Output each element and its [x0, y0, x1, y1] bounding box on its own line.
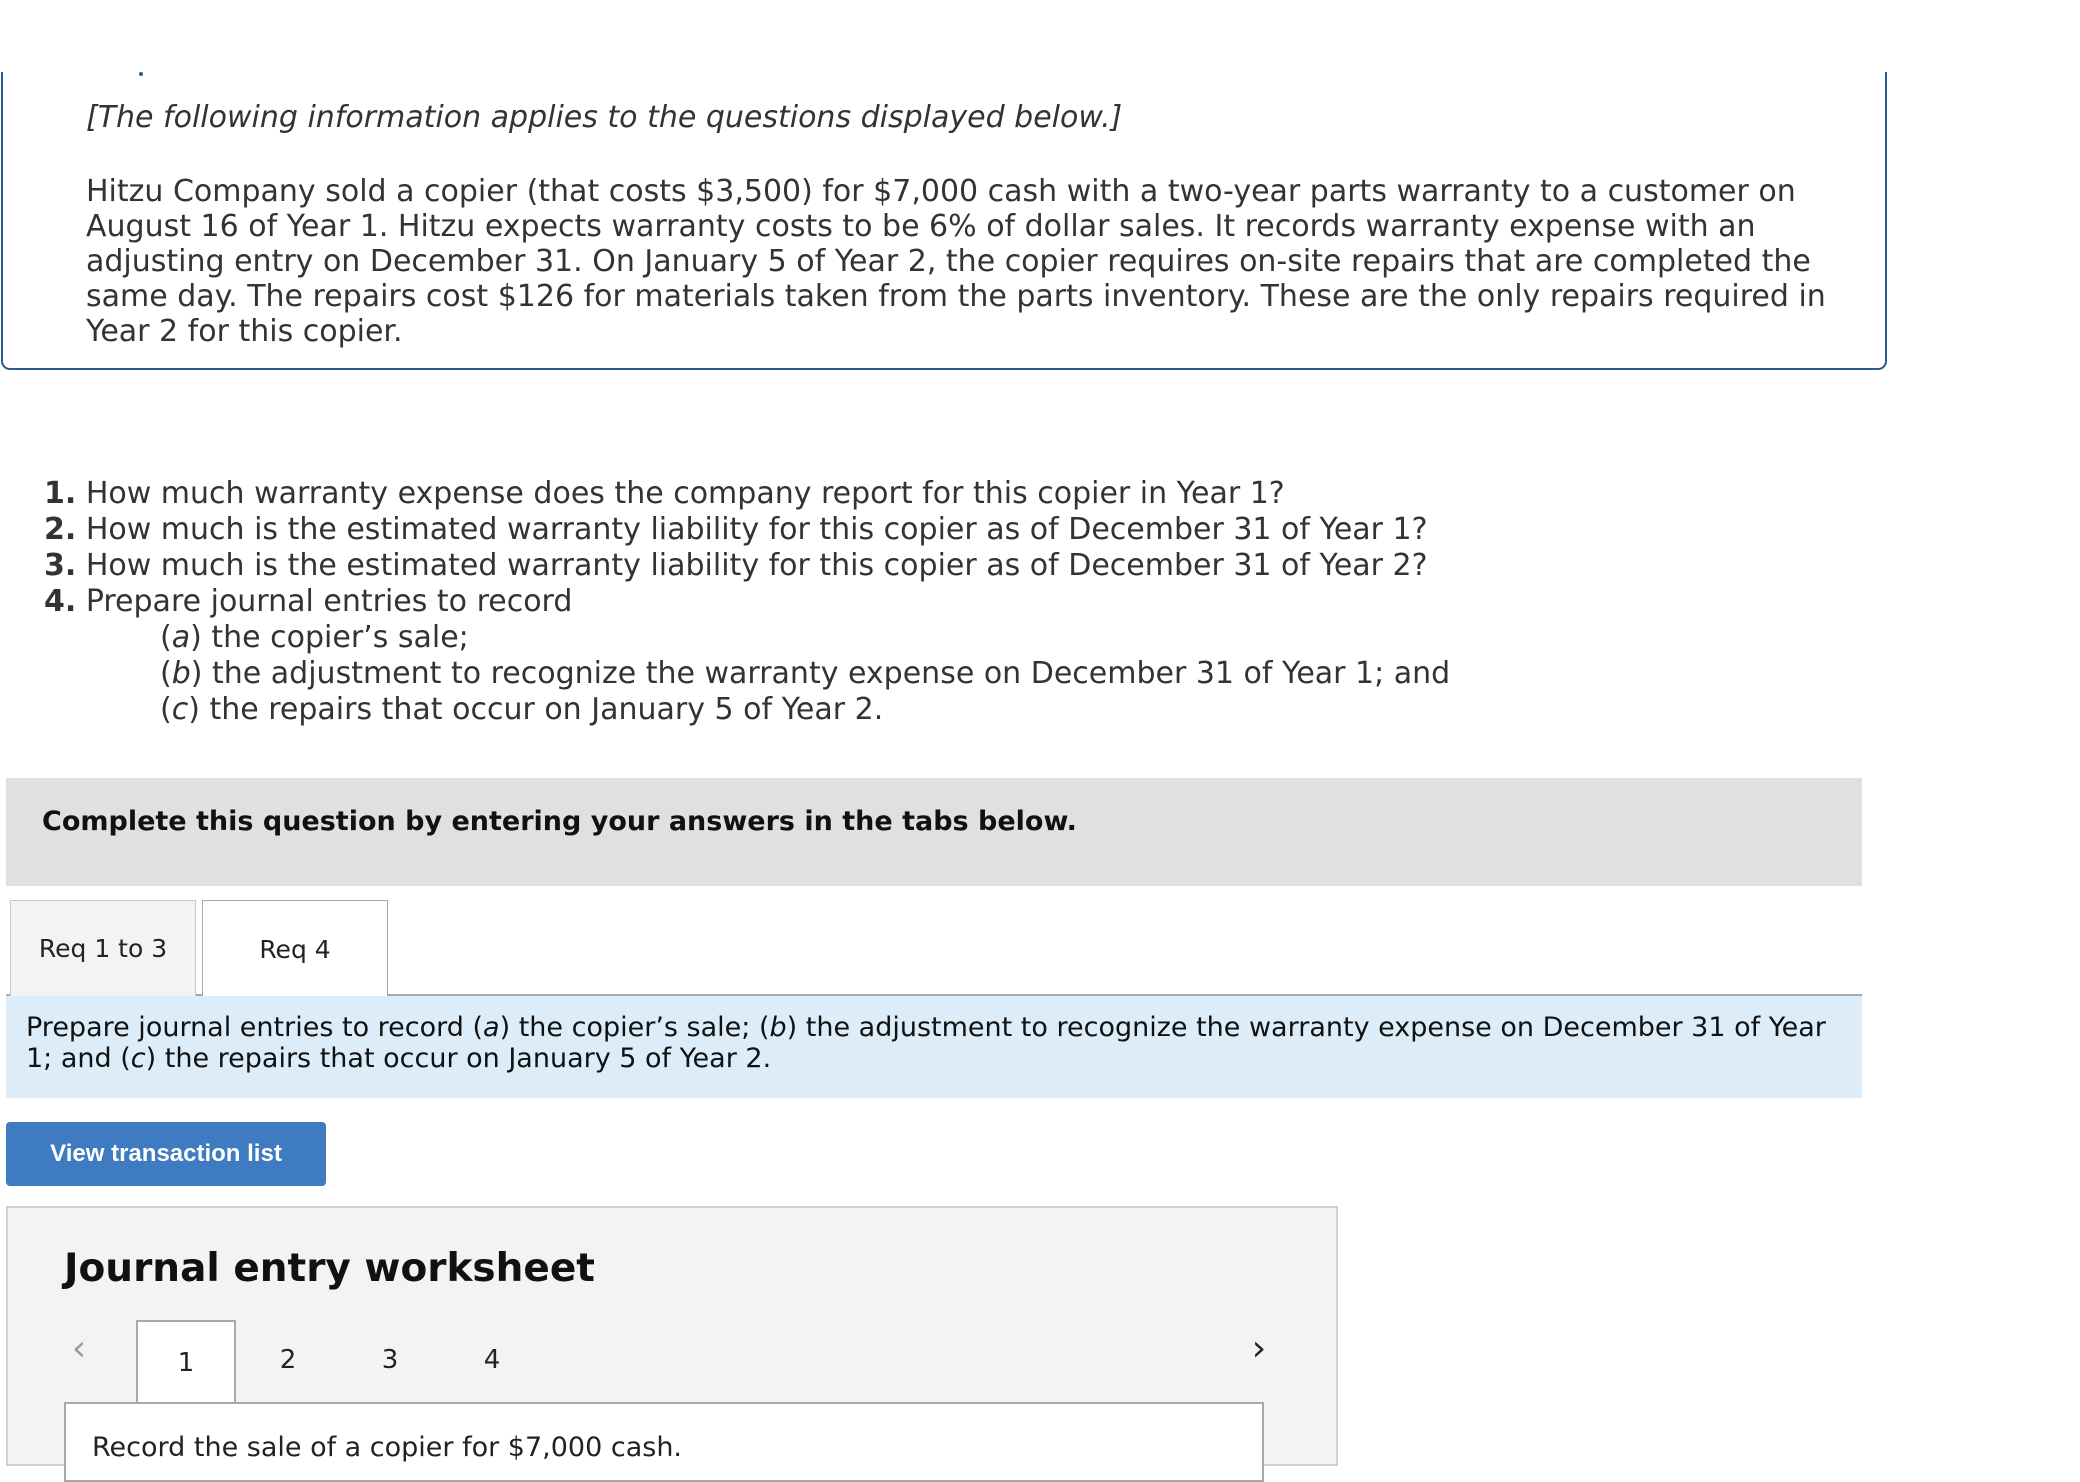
sub-text: the repairs that occur on January 5 of Y…: [199, 692, 884, 727]
instruction-text: ) the repairs that occur on January 5 of…: [145, 1043, 772, 1074]
sub-item: (c) the repairs that occur on January 5 …: [44, 692, 1644, 728]
question-item: 2. How much is the estimated warranty li…: [44, 512, 1644, 548]
worksheet-entry-panel: Record the sale of a copier for $7,000 c…: [64, 1402, 1264, 1482]
question-text: How much warranty expense does the compa…: [76, 476, 1285, 511]
intro-text: [The following information applies to th…: [86, 100, 1123, 135]
worksheet-page-3[interactable]: 3: [340, 1320, 440, 1400]
instruction-letter: a: [483, 1012, 500, 1043]
instruction-text: ) the copier’s sale; (: [499, 1012, 770, 1043]
sub-text: the adjustment to recognize the warranty…: [202, 656, 1451, 691]
instruction-text: Prepare journal entries to record (: [26, 1012, 484, 1043]
question-item: 4. Prepare journal entries to record: [44, 584, 1644, 620]
banner-text: Complete this question by entering your …: [42, 806, 1077, 837]
question-number: 2.: [44, 512, 77, 547]
view-transaction-list-button[interactable]: View transaction list: [6, 1122, 326, 1186]
paren: ): [190, 656, 203, 691]
question-number: 1.: [44, 476, 77, 511]
sub-letter: a: [171, 620, 191, 655]
paren: (: [160, 692, 172, 727]
question-text: Prepare journal entries to record: [76, 584, 573, 619]
question-text: How much is the estimated warranty liabi…: [76, 512, 1428, 547]
scenario-text: Hitzu Company sold a copier (that costs …: [86, 174, 1826, 349]
entry-description: Record the sale of a copier for $7,000 c…: [92, 1432, 683, 1463]
journal-entry-worksheet: Journal entry worksheet ‹ 1 2 3 4 › Reco…: [6, 1206, 1338, 1482]
sub-item: (a) the copier’s sale;: [44, 620, 1644, 656]
tab-req-1-to-3[interactable]: Req 1 to 3: [10, 900, 196, 996]
paren: ): [190, 620, 202, 655]
chevron-right-icon[interactable]: ›: [1244, 1328, 1274, 1369]
sub-item: (b) the adjustment to recognize the warr…: [44, 656, 1644, 692]
chevron-left-icon[interactable]: ‹: [64, 1328, 94, 1369]
question-number: 3.: [44, 548, 77, 583]
paren: (: [160, 656, 172, 691]
paren: (: [160, 620, 172, 655]
questions-list: 1. How much warranty expense does the co…: [44, 476, 1644, 728]
decorative-dot: [139, 72, 143, 76]
paren: ): [188, 692, 200, 727]
worksheet-page-4[interactable]: 4: [442, 1320, 542, 1400]
tab-req-4[interactable]: Req 4: [202, 900, 388, 998]
sub-text: the copier’s sale;: [201, 620, 469, 655]
sub-letter: c: [171, 692, 189, 727]
worksheet-page-1[interactable]: 1: [136, 1320, 236, 1404]
question-item: 1. How much warranty expense does the co…: [44, 476, 1644, 512]
instruction-letter: c: [130, 1043, 146, 1074]
question-text: How much is the estimated warranty liabi…: [76, 548, 1428, 583]
instruction-letter: b: [769, 1012, 787, 1043]
worksheet-title: Journal entry worksheet: [64, 1246, 595, 1291]
instructions-banner: Complete this question by entering your …: [6, 778, 1862, 886]
question-number: 4.: [44, 584, 77, 619]
worksheet-page-2[interactable]: 2: [238, 1320, 338, 1400]
question-item: 3. How much is the estimated warranty li…: [44, 548, 1644, 584]
req-instruction: Prepare journal entries to record (a) th…: [6, 996, 1862, 1098]
sub-letter: b: [171, 656, 191, 691]
